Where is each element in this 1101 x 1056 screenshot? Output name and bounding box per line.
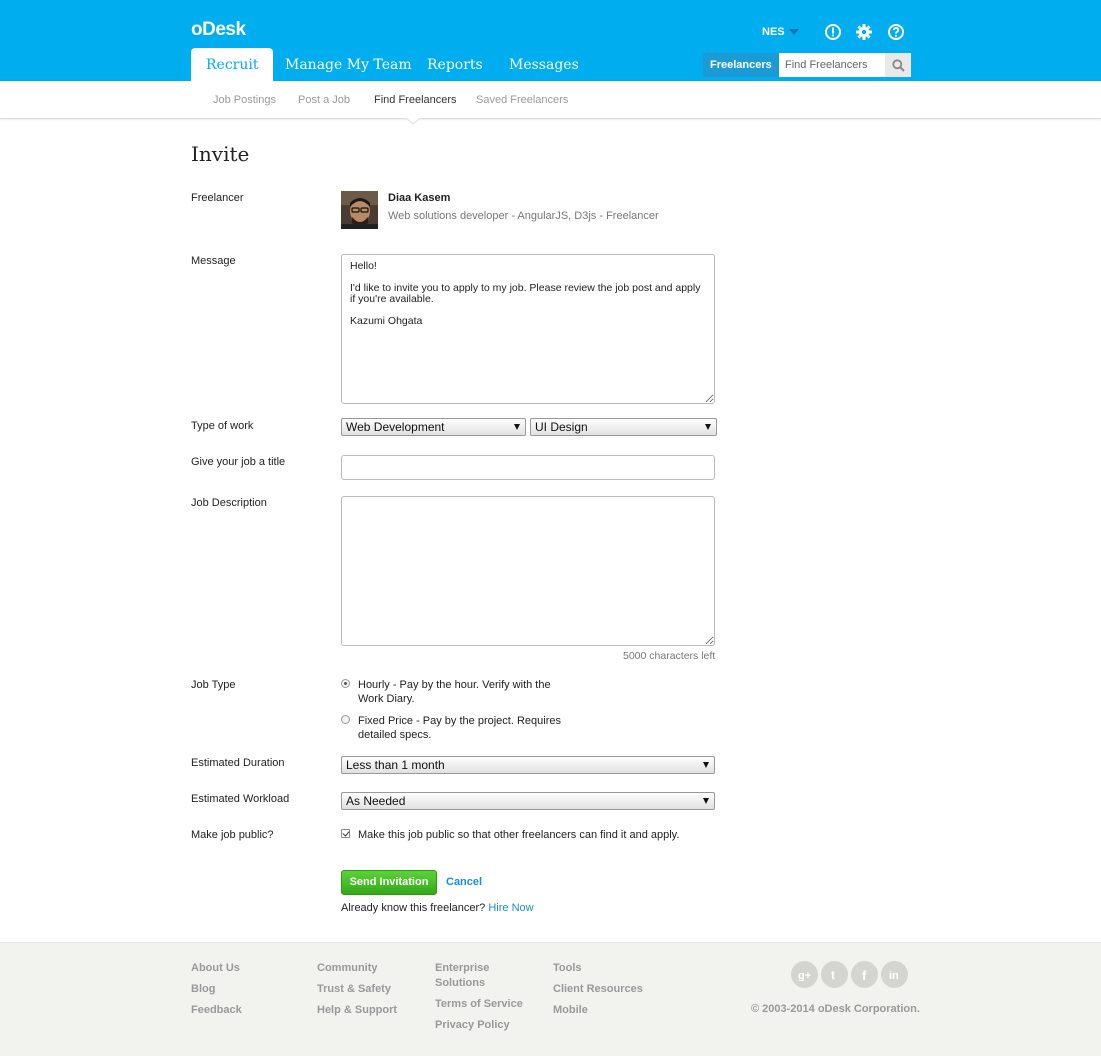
footer-link-enterprise-solutions[interactable]: Enterprise Solutions bbox=[435, 961, 505, 991]
twitter-button[interactable]: t bbox=[821, 961, 848, 988]
characters-left: 5000 characters left bbox=[623, 650, 716, 662]
user-name: NES bbox=[762, 26, 785, 38]
gear-icon[interactable] bbox=[855, 23, 873, 41]
work-subcategory-value: UI Design bbox=[535, 420, 588, 434]
search-input[interactable] bbox=[779, 53, 885, 77]
svg-text:g+: g+ bbox=[798, 970, 811, 981]
facebook-icon: f bbox=[862, 969, 867, 981]
linkedin-icon: in bbox=[889, 970, 899, 981]
dropdown-arrow-icon bbox=[514, 424, 520, 430]
fixed-price-option-text[interactable]: Fixed Price - Pay by the project. Requir… bbox=[358, 714, 578, 742]
search-icon bbox=[891, 58, 905, 72]
hourly-option-text[interactable]: Hourly - Pay by the hour. Verify with th… bbox=[358, 678, 578, 706]
send-invitation-button[interactable]: Send Invitation bbox=[341, 870, 437, 895]
footer bbox=[0, 942, 1101, 1056]
odesk-logo[interactable]: oDesk bbox=[191, 19, 246, 41]
dropdown-arrow-icon bbox=[705, 424, 711, 430]
job-type-label: Job Type bbox=[191, 679, 236, 691]
job-title-label: Give your job a title bbox=[191, 456, 286, 468]
already-know-text: Already know this freelancer? Hire Now bbox=[341, 902, 534, 914]
svg-text:t: t bbox=[831, 969, 835, 981]
fixed-price-radio[interactable] bbox=[341, 715, 350, 724]
workload-select[interactable]: As Needed bbox=[341, 792, 715, 810]
job-description-label: Job Description bbox=[191, 497, 267, 509]
freelancer-photo bbox=[341, 191, 378, 229]
freelancer-label: Freelancer bbox=[191, 192, 244, 204]
footer-link-client-resources[interactable]: Client Resources bbox=[553, 982, 643, 997]
tab-manage-my-team[interactable]: Manage My Team bbox=[270, 48, 427, 81]
footer-link-tools[interactable]: Tools bbox=[553, 961, 582, 976]
chevron-down-icon bbox=[788, 29, 799, 35]
help-icon[interactable] bbox=[887, 23, 905, 41]
workload-label: Estimated Workload bbox=[191, 793, 290, 805]
twitter-icon: t bbox=[831, 969, 835, 981]
subnav-find-freelancers[interactable]: Find Freelancers bbox=[374, 94, 457, 106]
google-plus-icon: g+ bbox=[798, 970, 811, 981]
duration-select[interactable]: Less than 1 month bbox=[341, 756, 715, 774]
tab-recruit[interactable]: Recruit bbox=[191, 48, 274, 81]
make-public-label: Make job public? bbox=[191, 829, 274, 841]
subnav-post-a-job[interactable]: Post a Job bbox=[298, 94, 350, 106]
footer-link-about-us[interactable]: About Us bbox=[191, 961, 240, 976]
svg-text:in: in bbox=[889, 970, 899, 981]
duration-label: Estimated Duration bbox=[191, 757, 285, 769]
top-bar: oDesk NES Recruit Manage My Team Reports… bbox=[0, 0, 1101, 81]
dropdown-arrow-icon bbox=[703, 798, 709, 804]
page-title: Invite bbox=[191, 142, 250, 166]
tab-reports[interactable]: Reports bbox=[412, 48, 498, 81]
already-know-label: Already know this freelancer? bbox=[341, 902, 486, 914]
footer-link-blog[interactable]: Blog bbox=[191, 982, 215, 997]
message-textarea[interactable]: Hello! I'd like to invite you to apply t… bbox=[341, 254, 715, 404]
job-title-input[interactable] bbox=[341, 455, 715, 480]
hourly-radio[interactable] bbox=[341, 679, 350, 688]
workload-value: As Needed bbox=[346, 794, 406, 808]
svg-text:f: f bbox=[862, 969, 867, 981]
footer-link-mobile[interactable]: Mobile bbox=[553, 1003, 588, 1018]
footer-link-privacy-policy[interactable]: Privacy Policy bbox=[435, 1018, 510, 1033]
facebook-button[interactable]: f bbox=[851, 961, 878, 988]
copyright: © 2003-2014 oDesk Corporation. bbox=[751, 1003, 920, 1015]
search-button[interactable] bbox=[885, 53, 911, 77]
cancel-link[interactable]: Cancel bbox=[446, 876, 482, 888]
job-description-textarea[interactable] bbox=[341, 496, 715, 646]
search-scope-dropdown[interactable]: Freelancers bbox=[703, 53, 779, 77]
footer-link-help-support[interactable]: Help & Support bbox=[317, 1003, 397, 1018]
google-plus-button[interactable]: g+ bbox=[791, 961, 818, 988]
hire-now-link[interactable]: Hire Now bbox=[488, 902, 533, 914]
freelancer-headline: Web solutions developer - AngularJS, D3j… bbox=[388, 210, 659, 222]
duration-value: Less than 1 month bbox=[346, 758, 445, 772]
avatar[interactable] bbox=[341, 191, 378, 229]
make-public-text[interactable]: Make this job public so that other freel… bbox=[358, 828, 698, 842]
sub-navigation: Job Postings Post a Job Find Freelancers… bbox=[0, 81, 1101, 119]
alert-icon[interactable] bbox=[824, 23, 842, 41]
linkedin-button[interactable]: in bbox=[881, 961, 908, 988]
work-category-select[interactable]: Web Development bbox=[341, 418, 526, 436]
tab-messages[interactable]: Messages bbox=[494, 48, 594, 81]
subnav-saved-freelancers[interactable]: Saved Freelancers bbox=[476, 94, 568, 106]
type-of-work-label: Type of work bbox=[191, 420, 254, 432]
freelancer-name[interactable]: Diaa Kasem bbox=[388, 192, 450, 204]
dropdown-arrow-icon bbox=[703, 762, 709, 768]
footer-link-trust-safety[interactable]: Trust & Safety bbox=[317, 982, 391, 997]
active-pointer-icon bbox=[406, 117, 420, 125]
user-menu[interactable]: NES bbox=[762, 26, 799, 38]
make-public-checkbox[interactable] bbox=[341, 829, 350, 838]
message-label: Message bbox=[191, 255, 236, 267]
work-subcategory-select[interactable]: UI Design bbox=[530, 418, 717, 436]
work-category-value: Web Development bbox=[346, 420, 445, 434]
footer-link-feedback[interactable]: Feedback bbox=[191, 1003, 242, 1018]
footer-link-community[interactable]: Community bbox=[317, 961, 378, 976]
subnav-job-postings[interactable]: Job Postings bbox=[213, 94, 276, 106]
footer-link-terms-of-service[interactable]: Terms of Service bbox=[435, 997, 523, 1012]
